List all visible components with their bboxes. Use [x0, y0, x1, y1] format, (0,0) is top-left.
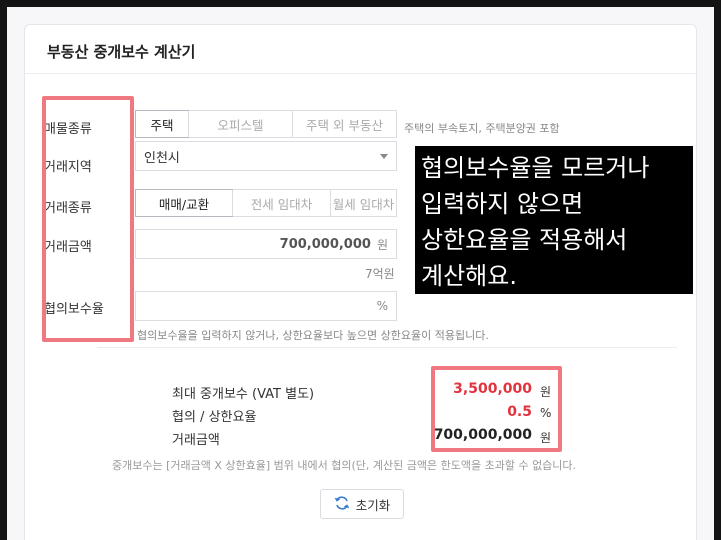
amount-input-unit: 원 — [376, 237, 388, 252]
reset-button[interactable]: 초기화 — [320, 489, 404, 519]
region-select[interactable]: 인천시 — [135, 141, 397, 171]
refresh-icon — [334, 495, 350, 514]
trade-type-jeonse[interactable]: 전세 임대차 — [232, 190, 330, 216]
property-type-house[interactable]: 주택 — [135, 110, 189, 138]
title-divider — [25, 73, 696, 74]
callout-line-2: 입력하지 않으면 — [421, 190, 584, 218]
calculation-note: 중개보수는 [거래금액 X 상한효율] 범위 내에서 협의(단, 계산된 금액은… — [112, 459, 577, 472]
page-title: 부동산 중개보수 계산기 — [47, 43, 196, 61]
trade-type-monthly[interactable]: 월세 임대차 — [330, 190, 396, 216]
rate-input[interactable]: % — [135, 291, 397, 321]
callout-line-1: 협의보수율을 모르거나 — [421, 154, 650, 182]
callout-annotation: 협의보수율을 모르거나 입력하지 않으면 상한요율을 적용해서 계산해요. — [415, 146, 693, 294]
amount-korean: 7억원 — [365, 267, 395, 281]
rate-hint: 협의보수율을 입력하지 않거나, 상한요율보다 높으면 상한요율이 적용됩니다. — [137, 329, 489, 342]
trade-type-sale[interactable]: 매매/교환 — [135, 189, 233, 217]
chevron-down-icon — [380, 154, 388, 159]
region-select-value: 인천시 — [144, 150, 180, 166]
rate-input-unit: % — [376, 299, 388, 313]
amount-input-value: 700,000,000 — [279, 236, 371, 252]
property-type-segmented: 주택 오피스텔 주택 외 부동산 — [135, 110, 397, 138]
property-type-other[interactable]: 주택 외 부동산 — [292, 111, 396, 137]
amount-input[interactable]: 700,000,000 원 — [135, 229, 397, 259]
result-max-fee-label: 최대 중개보수 (VAT 별도) — [172, 387, 315, 402]
reset-button-label: 초기화 — [355, 497, 391, 513]
result-amount-label: 거래금액 — [172, 433, 220, 448]
callout-line-3: 상한요율을 적용해서 — [421, 226, 628, 254]
result-rate-label: 협의 / 상한요율 — [172, 410, 257, 425]
property-type-hint: 주택의 부속토지, 주택분양권 포함 — [404, 122, 560, 135]
labels-highlight-box — [42, 96, 134, 342]
callout-line-4: 계산해요. — [421, 262, 517, 290]
results-highlight-box — [431, 366, 562, 452]
trade-type-segmented: 매매/교환 전세 임대차 월세 임대차 — [135, 189, 397, 217]
property-type-officetel[interactable]: 오피스텔 — [188, 111, 292, 137]
